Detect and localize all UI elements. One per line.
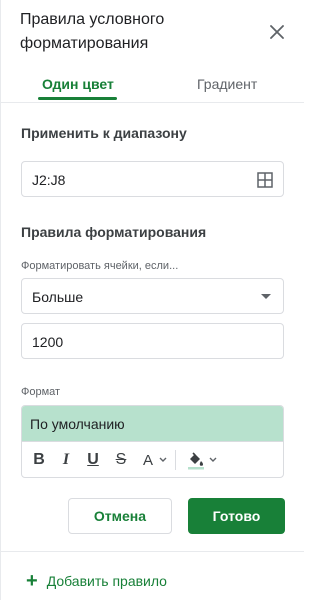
condition-dropdown[interactable]: Больше <box>21 278 284 314</box>
close-icon <box>270 25 284 39</box>
italic-button[interactable]: I <box>57 450 75 470</box>
plus-icon: + <box>26 570 38 592</box>
format-rules-label: Правила форматирования <box>21 224 207 240</box>
bold-button[interactable]: B <box>30 450 48 470</box>
condition-value: Больше <box>32 289 84 305</box>
range-value: J2:J8 <box>32 172 66 188</box>
format-label: Формат <box>21 386 61 398</box>
format-preview-text: По умолчанию <box>30 416 125 432</box>
chevron-down-icon <box>209 457 216 462</box>
apply-range-label: Применить к диапазону <box>21 125 187 141</box>
cancel-button[interactable]: Отмена <box>68 498 172 534</box>
chevron-down-icon <box>261 294 271 299</box>
tab-single-color[interactable]: Один цвет <box>42 74 114 94</box>
chevron-down-icon <box>159 457 167 462</box>
condition-label: Форматировать ячейки, если... <box>21 260 179 272</box>
done-button[interactable]: Готово <box>188 498 285 534</box>
format-preview[interactable]: По умолчанию <box>22 406 283 441</box>
panel-header: Правила условного форматирования <box>1 0 304 62</box>
tab-gradient[interactable]: Градиент <box>197 74 257 94</box>
text-color-button[interactable]: A <box>140 450 170 470</box>
tab-active-indicator <box>38 97 117 100</box>
panel-title: Правила условного форматирования <box>20 11 165 52</box>
strikethrough-button[interactable]: S <box>112 450 130 470</box>
fill-color-button[interactable] <box>185 450 217 470</box>
text-color-icon: A <box>142 451 153 469</box>
format-toolbar: B I U S A <box>22 441 283 477</box>
condition-value-text: 1200 <box>32 334 64 350</box>
range-input[interactable]: J2:J8 <box>21 161 284 197</box>
paint-bucket-icon <box>187 452 204 470</box>
condition-value-input[interactable]: 1200 <box>21 323 284 359</box>
tab-bar: Один цвет Градиент <box>1 66 304 103</box>
format-style-box: По умолчанию B I U S A <box>21 405 284 478</box>
footer-divider <box>1 551 304 552</box>
add-rule-button[interactable]: + Добавить правило <box>26 570 167 592</box>
toolbar-divider <box>175 450 176 470</box>
underline-button[interactable]: U <box>84 450 102 470</box>
select-range-icon[interactable] <box>257 172 273 188</box>
conditional-formatting-panel: Правила условного форматирования Один цв… <box>0 0 304 600</box>
close-button[interactable] <box>265 20 289 44</box>
add-rule-label: Добавить правило <box>46 573 167 589</box>
